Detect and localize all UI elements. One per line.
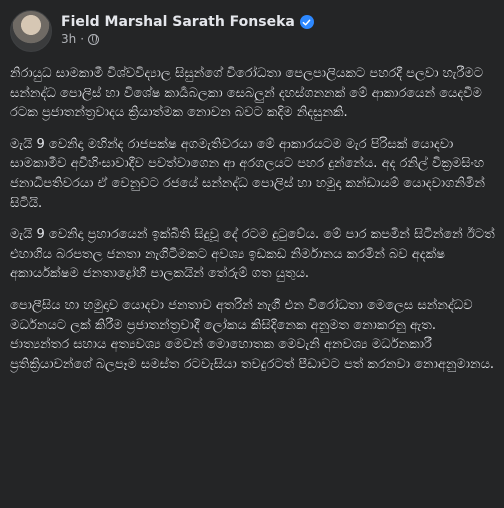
separator-dot: · xyxy=(80,32,85,46)
globe-icon[interactable] xyxy=(88,33,100,45)
post-meta: Field Marshal Sarath Fonseka 3h · xyxy=(61,14,314,46)
author-name[interactable]: Field Marshal Sarath Fonseka xyxy=(61,14,295,30)
post-paragraph: මැයි 9 වෙනිදා මහින්ද රාජපක්ෂ අගමැතිවරයා … xyxy=(10,136,485,211)
post-paragraph: නිරායුධ සාමකාමී විශ්වවිද්‍යාල සිසුන්ගේ ව… xyxy=(10,66,484,121)
author-row: Field Marshal Sarath Fonseka xyxy=(61,14,314,30)
post-paragraph: මැයි 9 වෙනිදා ප්‍රහාරයෙන් ඉක්බිති සිදුවූ… xyxy=(10,227,495,282)
post-header: Field Marshal Sarath Fonseka 3h · xyxy=(10,10,314,52)
post-subline: 3h · xyxy=(61,32,314,46)
facebook-post: Field Marshal Sarath Fonseka 3h · නිරායු… xyxy=(0,0,504,508)
post-body: නිරායුධ සාමකාමී විශ්වවිද්‍යාල සිසුන්ගේ ව… xyxy=(10,64,496,386)
author-avatar[interactable] xyxy=(10,10,52,52)
post-timestamp[interactable]: 3h xyxy=(61,32,76,46)
post-paragraph: පොලීසිය හා හමුදාව යොදවා ජනතාව අතරින් නැග… xyxy=(10,297,495,372)
verified-badge-icon xyxy=(299,15,314,29)
